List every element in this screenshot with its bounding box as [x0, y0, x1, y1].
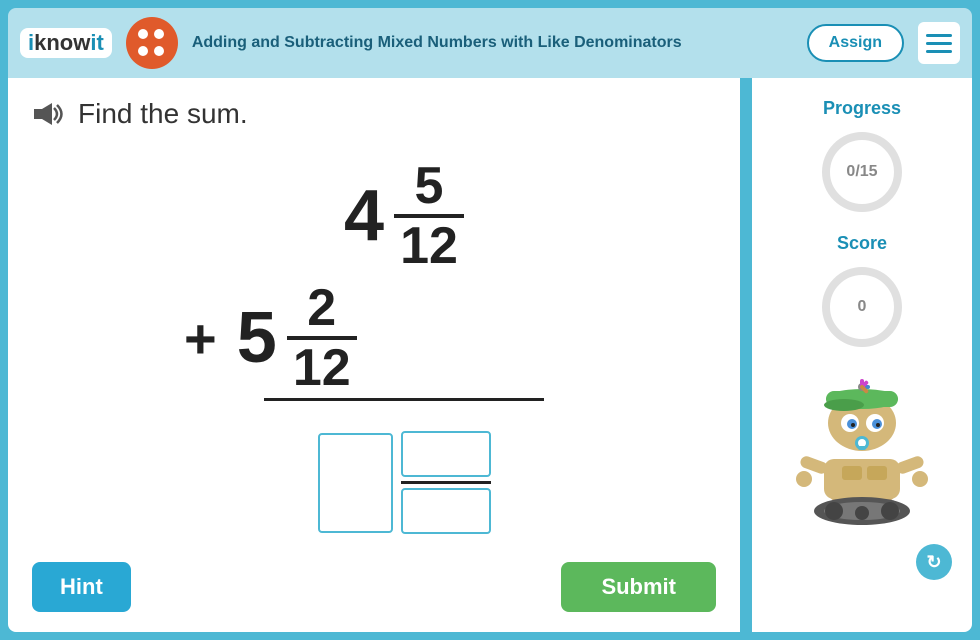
first-fraction: 5 12 — [394, 160, 464, 272]
answer-whole-input[interactable] — [318, 433, 393, 533]
vertical-divider — [744, 78, 748, 632]
score-section: Score 0 — [817, 233, 907, 352]
question-panel: Find the sum. 4 5 12 + 5 — [8, 78, 740, 632]
assign-button[interactable]: Assign — [807, 24, 904, 62]
dice-icon — [138, 29, 166, 57]
hint-button[interactable]: Hint — [32, 562, 131, 612]
nav-arrow-button[interactable]: ↻ — [916, 544, 952, 580]
hamburger-line — [926, 42, 952, 45]
arrow-right-icon: ↻ — [926, 552, 941, 573]
score-label: Score — [837, 233, 887, 254]
top-bar: iknowit Adding and Subtracting Mixed Num… — [8, 8, 972, 78]
right-panel: Progress 0/15 Score 0 — [752, 78, 972, 632]
second-denominator: 12 — [293, 342, 351, 394]
dot — [154, 29, 164, 39]
dot — [138, 29, 148, 39]
instruction-text: Find the sum. — [78, 98, 248, 130]
progress-section: Progress 0/15 — [817, 98, 907, 217]
logo: iknowit — [20, 28, 112, 58]
robot-character — [782, 371, 942, 526]
progress-value: 0/15 — [846, 163, 877, 181]
second-whole: 5 — [237, 302, 277, 374]
score-circle: 0 — [817, 262, 907, 352]
answer-fraction-inputs — [401, 431, 491, 534]
logo-area: iknowit — [20, 28, 112, 58]
activity-icon — [126, 17, 178, 69]
progress-label: Progress — [823, 98, 901, 119]
first-whole: 4 — [344, 180, 384, 252]
answer-area — [318, 431, 491, 534]
problem-divider — [264, 398, 544, 401]
first-number-row: 4 5 12 — [344, 160, 464, 272]
main-area: Find the sum. 4 5 12 + 5 — [8, 78, 972, 632]
first-denominator: 12 — [400, 220, 458, 272]
score-value: 0 — [858, 298, 867, 316]
dot — [138, 46, 148, 56]
hamburger-line — [926, 50, 952, 53]
first-numerator: 5 — [415, 160, 444, 212]
operator: + — [184, 306, 217, 371]
sound-button[interactable] — [32, 100, 68, 128]
bottom-buttons: Hint Submit — [32, 552, 716, 612]
second-numerator: 2 — [307, 282, 336, 334]
progress-circle: 0/15 — [817, 127, 907, 217]
activity-title: Adding and Subtracting Mixed Numbers wit… — [192, 33, 793, 54]
submit-button[interactable]: Submit — [561, 562, 716, 612]
answer-numerator-input[interactable] — [401, 431, 491, 477]
second-number-row: + 5 2 12 — [184, 282, 564, 394]
hamburger-line — [926, 34, 952, 37]
dot — [154, 46, 164, 56]
answer-denominator-input[interactable] — [401, 488, 491, 534]
menu-button[interactable] — [918, 22, 960, 64]
second-fraction: 2 12 — [287, 282, 357, 394]
app-container: iknowit Adding and Subtracting Mixed Num… — [0, 0, 980, 640]
math-problem: 4 5 12 + 5 2 12 — [32, 150, 716, 552]
answer-fraction-bar — [401, 481, 491, 484]
robot-area — [777, 368, 947, 528]
question-instruction: Find the sum. — [32, 98, 716, 130]
